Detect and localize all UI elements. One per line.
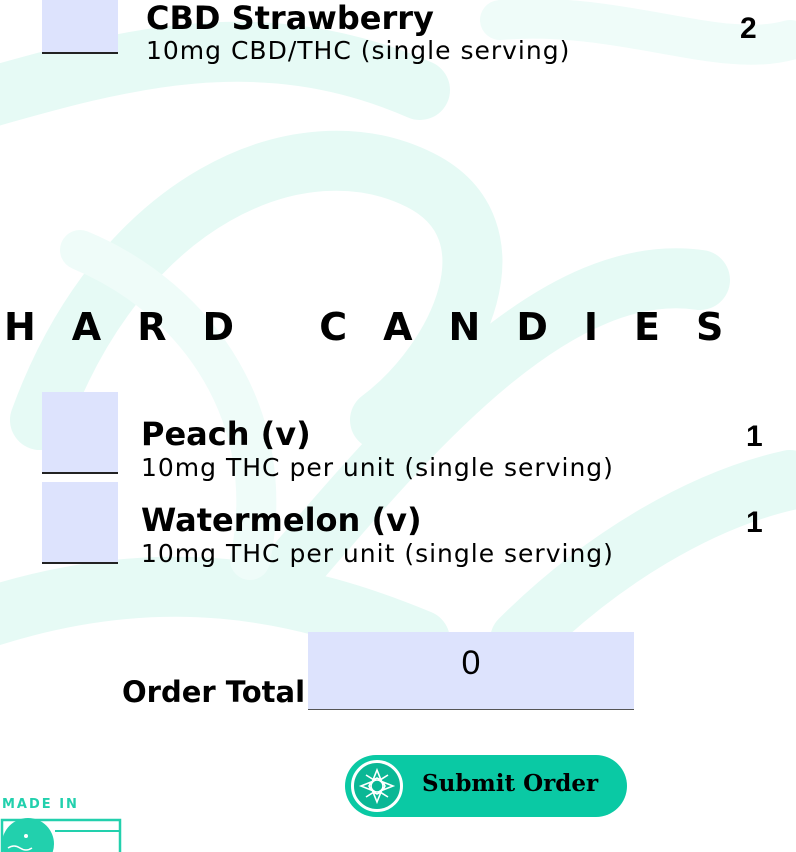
quantity-input-watermelon[interactable] <box>42 482 118 564</box>
product-name: Peach (v) <box>141 415 311 453</box>
product-name: Watermelon (v) <box>141 501 422 539</box>
product-description: 10mg THC per unit (single serving) <box>141 453 614 482</box>
product-description: 10mg THC per unit (single serving) <box>141 539 614 568</box>
product-count: 1 <box>746 506 763 539</box>
state-flag-icon <box>0 818 122 852</box>
product-count: 2 <box>740 12 757 45</box>
mandala-icon <box>351 760 403 812</box>
section-title-hard-candies: HARD CANDIES <box>4 305 760 349</box>
background-watermark <box>0 0 796 670</box>
product-count: 1 <box>746 420 763 453</box>
product-name: CBD Strawberry <box>146 0 434 37</box>
submit-order-label: Submit Order <box>422 770 599 797</box>
quantity-input-peach[interactable] <box>42 392 118 474</box>
quantity-input-cbd-strawberry[interactable] <box>42 0 118 54</box>
order-total-field[interactable]: 0 <box>308 632 634 710</box>
submit-order-button[interactable]: Submit Order <box>345 755 627 817</box>
product-description: 10mg CBD/THC (single serving) <box>146 36 571 65</box>
order-total-value: 0 <box>461 644 481 682</box>
made-in-label: MADE IN <box>2 797 79 812</box>
order-total-label: Order Total <box>122 675 306 709</box>
